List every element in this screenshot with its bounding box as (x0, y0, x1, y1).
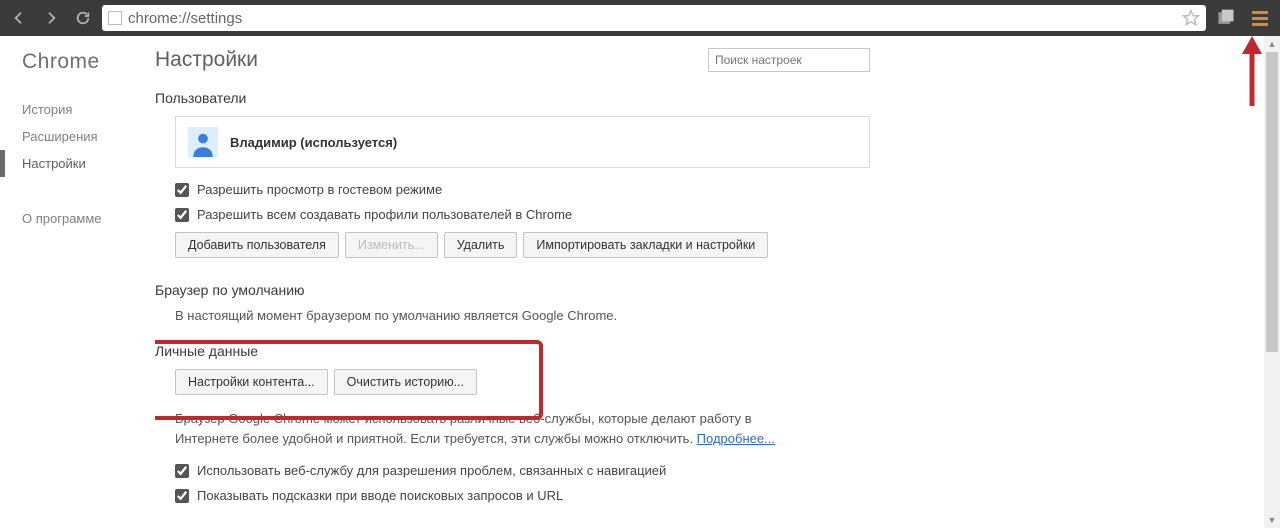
learn-more-link[interactable]: Подробнее... (697, 431, 775, 446)
url-input[interactable] (128, 10, 1176, 27)
browser-toolbar (0, 0, 1280, 36)
avatar-icon (188, 127, 218, 157)
scroll-down-button[interactable]: ▼ (1264, 512, 1280, 528)
nav-webservice-label: Использовать веб-службу для разрешения п… (197, 463, 666, 478)
current-user-row[interactable]: Владимир (используется) (175, 116, 870, 168)
sidebar-title: Chrome (22, 50, 155, 74)
back-button[interactable] (6, 5, 32, 31)
default-browser-text: В настоящий момент браузером по умолчани… (175, 308, 1280, 323)
search-suggestions-label: Показывать подсказки при вводе поисковых… (197, 488, 563, 503)
users-section: Пользователи Владимир (используется) Раз… (155, 90, 1280, 258)
privacy-buttons-row: Настройки контента... Очистить историю..… (175, 369, 1280, 395)
privacy-desc-text: Браузер Google Chrome может использовать… (175, 411, 752, 446)
user-name-label: Владимир (используется) (230, 135, 397, 150)
sidebar-item-about[interactable]: О программе (22, 205, 155, 232)
privacy-section: Личные данные Настройки контента... Очис… (155, 343, 1280, 503)
scrollbar-thumb[interactable] (1266, 52, 1278, 352)
users-section-title: Пользователи (155, 90, 1280, 106)
default-browser-title: Браузер по умолчанию (155, 282, 1280, 298)
add-user-button[interactable]: Добавить пользователя (175, 232, 339, 258)
import-bookmarks-button[interactable]: Импортировать закладки и настройки (523, 232, 768, 258)
settings-sidebar: Chrome История Расширения Настройки О пр… (0, 36, 155, 528)
nav-webservice-checkbox-row[interactable]: Использовать веб-службу для разрешения п… (175, 463, 1280, 478)
forward-button[interactable] (38, 5, 64, 31)
address-bar[interactable] (102, 5, 1206, 31)
scroll-up-button[interactable]: ▲ (1264, 36, 1280, 52)
settings-search-input[interactable] (708, 48, 870, 72)
create-profiles-label: Разрешить всем создавать профили пользов… (197, 207, 572, 222)
page-title: Настройки (155, 48, 258, 72)
vertical-scrollbar[interactable]: ▲ ▼ (1264, 36, 1280, 528)
sidebar-item-extensions[interactable]: Расширения (22, 123, 155, 150)
search-suggestions-checkbox[interactable] (175, 489, 189, 503)
privacy-description: Браузер Google Chrome может использовать… (175, 409, 815, 449)
guest-browsing-label: Разрешить просмотр в гостевом режиме (197, 182, 442, 197)
nav-webservice-checkbox[interactable] (175, 464, 189, 478)
content-header: Настройки (155, 48, 870, 72)
create-profiles-checkbox[interactable] (175, 208, 189, 222)
guest-browsing-checkbox-row[interactable]: Разрешить просмотр в гостевом режиме (175, 182, 1280, 197)
create-profiles-checkbox-row[interactable]: Разрешить всем создавать профили пользов… (175, 207, 1280, 222)
settings-content: Настройки Пользователи Владимир (использ… (155, 36, 1280, 528)
menu-button[interactable] (1246, 4, 1274, 32)
sidebar-item-settings[interactable]: Настройки (22, 150, 155, 177)
privacy-title: Личные данные (155, 343, 1280, 359)
guest-browsing-checkbox[interactable] (175, 183, 189, 197)
extension-icon[interactable] (1212, 4, 1240, 32)
user-buttons-row: Добавить пользователя Изменить... Удалит… (175, 232, 1280, 258)
page-icon (108, 11, 122, 25)
search-suggestions-checkbox-row[interactable]: Показывать подсказки при вводе поисковых… (175, 488, 1280, 503)
delete-user-button[interactable]: Удалить (444, 232, 518, 258)
reload-button[interactable] (70, 5, 96, 31)
content-settings-button[interactable]: Настройки контента... (175, 369, 328, 395)
sidebar-item-history[interactable]: История (22, 96, 155, 123)
edit-user-button: Изменить... (345, 232, 438, 258)
clear-history-button[interactable]: Очистить историю... (334, 369, 477, 395)
main-area: Chrome История Расширения Настройки О пр… (0, 36, 1280, 528)
bookmark-star-icon[interactable] (1182, 9, 1200, 27)
default-browser-section: Браузер по умолчанию В настоящий момент … (155, 282, 1280, 323)
